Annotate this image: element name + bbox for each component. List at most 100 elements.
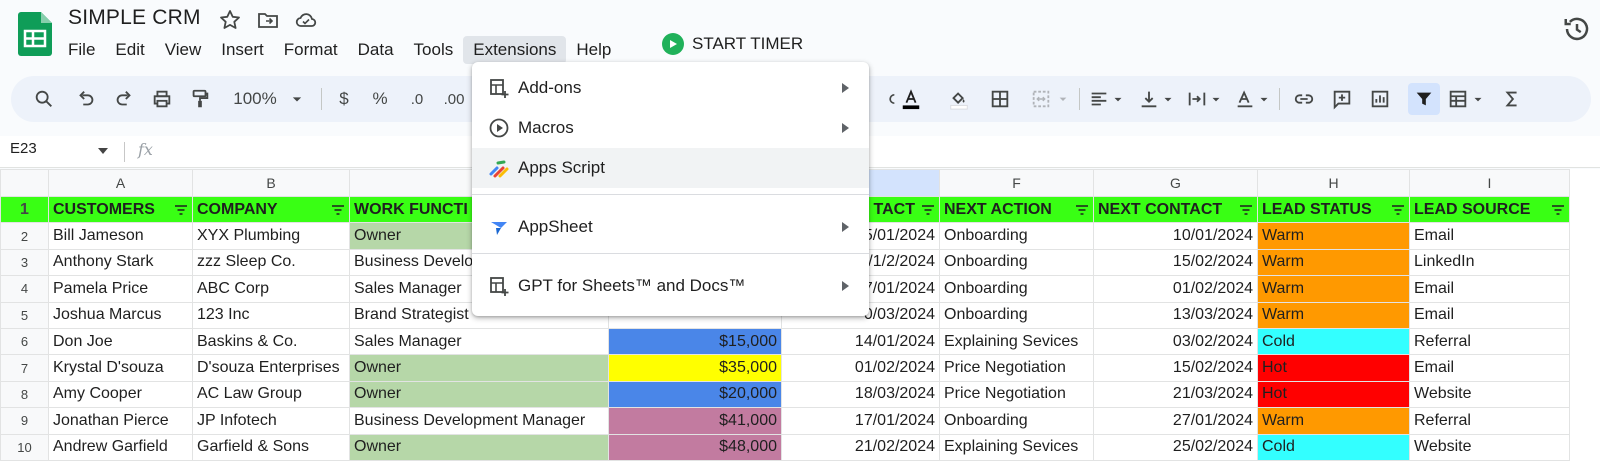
insert-link-button[interactable] [1289,76,1319,122]
cell-d[interactable]: $48,000 [608,433,782,461]
header-cell[interactable]: NEXT ACTION [939,195,1094,224]
cell-d[interactable]: $20,000 [608,380,782,409]
borders-button[interactable] [985,76,1015,122]
percent-format-button[interactable]: % [367,76,393,122]
cell-i[interactable]: Referral [1409,327,1570,356]
header-cell[interactable]: LEAD STATUS [1257,195,1410,224]
cell-a[interactable]: Anthony Stark [48,248,193,277]
header-cell[interactable]: COMPANY [192,195,350,224]
cell-g[interactable]: 03/02/2024 [1093,327,1258,356]
cell-a[interactable]: Amy Cooper [48,380,193,409]
merge-dropdown[interactable] [1055,76,1071,122]
cell-g[interactable]: 27/01/2024 [1093,407,1258,435]
cell-g[interactable]: 15/02/2024 [1093,248,1258,277]
column-header-i[interactable]: I [1409,169,1570,197]
filter-icon[interactable] [174,204,188,216]
cell-b[interactable]: ABC Corp [192,275,350,303]
menu-item-add-ons[interactable]: Add-ons [472,68,869,108]
decrease-decimal-button[interactable]: .0 [403,76,431,122]
merge-cells-button[interactable] [1025,76,1057,122]
horizontal-align-button[interactable] [1085,76,1113,122]
redo-button[interactable] [109,76,139,122]
text-wrapping-dropdown[interactable] [1209,76,1223,122]
cell-c[interactable]: Owner [349,354,609,382]
cell-i[interactable]: Referral [1409,407,1570,435]
filter-views-button[interactable] [1443,76,1473,122]
cell-a[interactable]: Joshua Marcus [48,301,193,329]
cell-b[interactable]: Garfield & Sons [192,433,350,461]
header-cell[interactable]: LEAD SOURCE [1409,195,1570,224]
row-number[interactable]: 1 [0,195,49,224]
cloud-saved-icon[interactable] [294,8,318,32]
select-all-corner[interactable] [0,169,49,197]
cell-h[interactable]: Warm [1257,301,1410,329]
cell-g[interactable]: 01/02/2024 [1093,275,1258,303]
filter-button[interactable] [1408,83,1440,115]
cell-h[interactable]: Warm [1257,248,1410,277]
cell-i[interactable]: Email [1409,354,1570,382]
filter-icon[interactable] [1075,204,1089,216]
header-cell[interactable]: NEXT CONTACT [1093,195,1258,224]
cell-f[interactable]: Onboarding [939,222,1094,250]
currency-format-button[interactable]: $ [331,76,357,122]
cell-i[interactable]: Email [1409,301,1570,329]
cell-c[interactable]: Owner [349,433,609,461]
row-number[interactable]: 10 [0,433,49,461]
column-header-g[interactable]: G [1093,169,1258,197]
cell-b[interactable]: Baskins & Co. [192,327,350,356]
insert-comment-button[interactable] [1327,76,1357,122]
menu-extensions[interactable]: Extensions [463,36,567,64]
move-folder-icon[interactable] [256,8,280,32]
functions-button[interactable] [1497,76,1527,122]
cell-b[interactable]: zzz Sleep Co. [192,248,350,277]
cell-a[interactable]: Jonathan Pierce [48,407,193,435]
cell-g[interactable]: 25/02/2024 [1093,433,1258,461]
cell-h[interactable]: Warm [1257,407,1410,435]
cell-c[interactable]: Owner [349,380,609,409]
cell-i[interactable]: Email [1409,222,1570,250]
cell-i[interactable]: Email [1409,275,1570,303]
menu-item-gpt-for-sheets[interactable]: GPT for Sheets™ and Docs™ [472,266,869,306]
cell-b[interactable]: JP Infotech [192,407,350,435]
menu-insert[interactable]: Insert [211,36,274,64]
cell-g[interactable]: 15/02/2024 [1093,354,1258,382]
text-rotation-dropdown[interactable] [1257,76,1271,122]
document-title[interactable]: SIMPLE CRM [68,6,201,30]
filter-icon[interactable] [1551,204,1565,216]
cell-b[interactable]: D'souza Enterprises [192,354,350,382]
cell-b[interactable]: 123 Inc [192,301,350,329]
cell-g[interactable]: 13/03/2024 [1093,301,1258,329]
cell-f[interactable]: Price Negotiation [939,354,1094,382]
cell-a[interactable]: Pamela Price [48,275,193,303]
cell-g[interactable]: 21/03/2024 [1093,380,1258,409]
row-number[interactable]: 5 [0,301,49,329]
text-rotation-button[interactable] [1231,76,1259,122]
column-header-b[interactable]: B [192,169,350,197]
cell-h[interactable]: Warm [1257,222,1410,250]
column-header-h[interactable]: H [1257,169,1410,197]
menu-help[interactable]: Help [566,36,621,64]
cell-f[interactable]: Explaining Sevices [939,433,1094,461]
cell-d[interactable]: $15,000 [608,327,782,356]
cell-f[interactable]: Price Negotiation [939,380,1094,409]
name-box[interactable]: E23 [10,140,37,157]
row-number[interactable]: 4 [0,275,49,303]
column-header-f[interactable]: F [939,169,1094,197]
cell-d[interactable]: $35,000 [608,354,782,382]
menu-tools[interactable]: Tools [404,36,464,64]
start-timer-button[interactable]: START TIMER [662,33,803,55]
row-number[interactable]: 6 [0,327,49,356]
cell-f[interactable]: Onboarding [939,407,1094,435]
cell-d[interactable]: $41,000 [608,407,782,435]
menu-view[interactable]: View [155,36,212,64]
menu-edit[interactable]: Edit [105,36,154,64]
menu-data[interactable]: Data [348,36,404,64]
menu-item-apps-script[interactable]: Apps Script [472,148,869,188]
print-button[interactable] [147,76,177,122]
cell-b[interactable]: AC Law Group [192,380,350,409]
filter-icon[interactable] [1239,204,1253,216]
cell-e[interactable]: 21/02/2024 [781,433,940,461]
chevron-down-icon[interactable] [98,148,108,154]
cell-e[interactable]: 14/01/2024 [781,327,940,356]
fill-color-button[interactable] [943,76,975,122]
